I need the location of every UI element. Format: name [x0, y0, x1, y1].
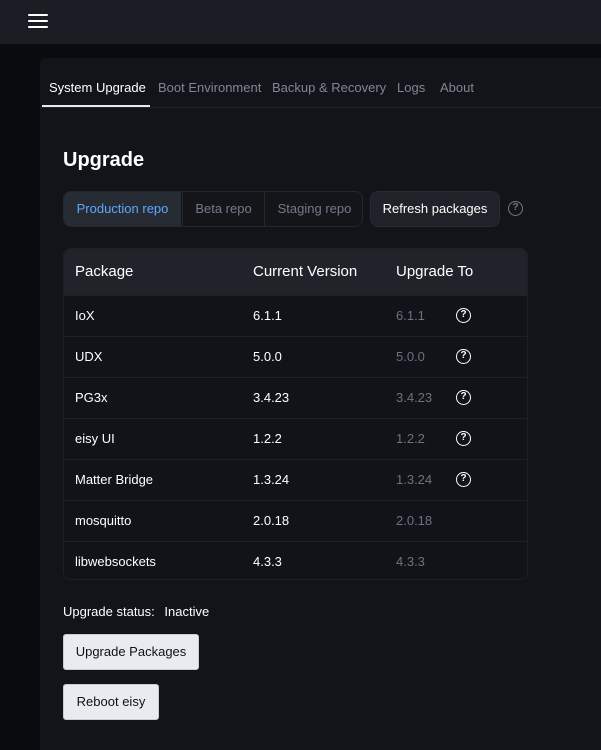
table-row: libwebsockets 4.3.3 4.3.3 [64, 541, 527, 579]
table-row: Matter Bridge 1.3.24 1.3.24 ? [64, 459, 527, 500]
tab-system-upgrade[interactable]: System Upgrade [49, 80, 146, 95]
tab-backup-recovery[interactable]: Backup & Recovery [272, 80, 386, 95]
info-icon[interactable]: ? [456, 431, 471, 446]
package-name: UDX [75, 349, 103, 364]
packages-table: Package Current Version Upgrade To IoX 6… [63, 248, 528, 580]
table-header: Package Current Version Upgrade To [64, 249, 527, 295]
upgrade-version: 4.3.3 [396, 554, 425, 569]
info-icon[interactable]: ? [456, 308, 471, 323]
upgrade-status: Upgrade status: Inactive [63, 604, 209, 619]
current-version: 1.2.2 [253, 431, 282, 446]
tab-bar: System Upgrade Boot Environment Backup &… [40, 58, 601, 108]
table-row: UDX 5.0.0 5.0.0 ? [64, 336, 527, 377]
info-icon[interactable]: ? [456, 472, 471, 487]
repo-staging-button[interactable]: Staging repo [264, 192, 362, 226]
repo-selector: Production repo Beta repo Staging repo [63, 191, 363, 227]
upgrade-version: 1.3.24 [396, 472, 433, 487]
help-circle-icon[interactable]: ? [508, 201, 523, 216]
column-header-current-version: Current Version [253, 263, 358, 280]
package-name: Matter Bridge [75, 472, 154, 487]
upgrade-status-value: Inactive [164, 604, 210, 619]
current-version: 6.1.1 [253, 308, 282, 323]
column-header-upgrade-to: Upgrade To [396, 263, 474, 280]
upgrade-packages-button[interactable]: Upgrade Packages [63, 634, 199, 670]
current-version: 1.3.24 [253, 472, 290, 487]
table-row: PG3x 3.4.23 3.4.23 ? [64, 377, 527, 418]
page-title: Upgrade [63, 149, 145, 171]
upgrade-status-label: Upgrade status: [63, 604, 155, 619]
table-row: IoX 6.1.1 6.1.1 ? [64, 295, 527, 336]
upgrade-version: 5.0.0 [396, 349, 425, 364]
upgrade-version: 2.0.18 [396, 513, 433, 528]
package-name: mosquitto [75, 513, 132, 528]
upgrade-version: 6.1.1 [396, 308, 425, 323]
package-name: libwebsockets [75, 554, 156, 569]
info-icon[interactable]: ? [456, 390, 471, 405]
refresh-packages-button[interactable]: Refresh packages [370, 191, 500, 227]
main-panel: System Upgrade Boot Environment Backup &… [40, 58, 601, 750]
current-version: 3.4.23 [253, 390, 290, 405]
upgrade-version: 1.2.2 [396, 431, 425, 446]
hamburger-menu-icon[interactable] [28, 14, 48, 30]
current-version: 5.0.0 [253, 349, 282, 364]
package-name: eisy UI [75, 431, 115, 446]
column-header-package: Package [75, 263, 134, 280]
tab-boot-environment[interactable]: Boot Environment [158, 80, 261, 95]
info-icon[interactable]: ? [456, 349, 471, 364]
repo-beta-button[interactable]: Beta repo [182, 192, 264, 226]
upgrade-version: 3.4.23 [396, 390, 433, 405]
current-version: 4.3.3 [253, 554, 282, 569]
active-tab-indicator [42, 105, 150, 107]
current-version: 2.0.18 [253, 513, 290, 528]
package-name: PG3x [75, 390, 108, 405]
table-row: mosquitto 2.0.18 2.0.18 [64, 500, 527, 541]
top-bar [0, 0, 601, 44]
table-row: eisy UI 1.2.2 1.2.2 ? [64, 418, 527, 459]
tab-about[interactable]: About [440, 80, 474, 95]
repo-production-button[interactable]: Production repo [64, 192, 181, 226]
package-name: IoX [75, 308, 95, 323]
tab-logs[interactable]: Logs [397, 80, 425, 95]
reboot-button[interactable]: Reboot eisy [63, 684, 159, 720]
